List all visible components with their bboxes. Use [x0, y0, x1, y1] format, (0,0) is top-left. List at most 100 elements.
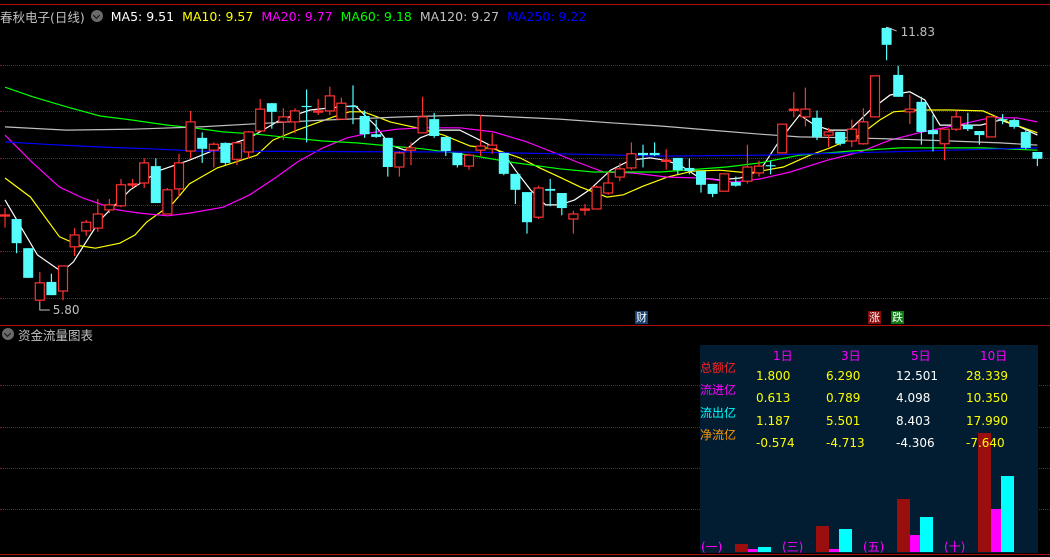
candle-body-down [11, 219, 22, 244]
candle-body-down [545, 188, 556, 191]
candle-body-up [57, 265, 69, 292]
outflow-bar [920, 516, 933, 552]
finance-marker[interactable]: 财 [635, 311, 648, 324]
candle-body-up [115, 184, 127, 207]
indicator-title-bar: 资金流量图表 [0, 326, 94, 343]
low-price-pointer [39, 302, 50, 311]
table-cell: 28.339 [966, 369, 1008, 383]
candle-body-down [1020, 131, 1031, 148]
candle-body-up [278, 116, 289, 123]
candle-body-up [579, 208, 591, 211]
indicator-title: 资金流量图表 [18, 327, 94, 343]
candle-body-up [985, 116, 997, 138]
candle-body-down [916, 101, 927, 132]
candle-body-up [127, 183, 138, 186]
candle-body-down [440, 136, 451, 152]
candle-body-down [359, 115, 370, 135]
table-cell: 1.187 [756, 414, 791, 428]
candle-body-up [104, 204, 115, 211]
candle-body-down [371, 134, 382, 137]
candle-body-down [974, 131, 985, 136]
candle-body-up [939, 128, 950, 145]
dropdown-chevron-icon[interactable] [90, 10, 103, 22]
candle-body-up [255, 108, 266, 132]
candle-body-up [846, 128, 857, 142]
total-bar [735, 544, 748, 552]
candle-body-down [452, 152, 463, 166]
candle-body-up [568, 213, 579, 220]
candle-body-up [463, 154, 475, 167]
candle-body-up [231, 142, 243, 160]
table-cell: -7.640 [966, 436, 1005, 450]
column-header-5d: 5日 [911, 349, 931, 363]
candle-body-down [765, 165, 776, 167]
period-label: (三) [782, 540, 804, 554]
outflow-bar [839, 528, 852, 552]
column-header-1d: 1日 [773, 349, 793, 363]
candle-body-down [893, 74, 904, 97]
ma5-label: MA5: 9.51 [110, 8, 175, 24]
row-label: 净流亿 [700, 428, 737, 442]
period-label: (五) [863, 540, 885, 554]
low-price-label: 5.80 [53, 303, 80, 317]
stock-name: 春秋电子(日线) [0, 9, 85, 25]
inflow-bar [829, 548, 839, 552]
candle-body-up [858, 121, 869, 145]
bottom-border [0, 554, 1050, 555]
table-cell: 8.403 [896, 414, 931, 428]
candle-body-up [614, 168, 625, 178]
panel-separator [0, 325, 1050, 326]
candle-body-down [429, 119, 440, 137]
ma120-label: MA120: 9.27 [419, 8, 500, 24]
high-price-label: 11.83 [901, 25, 935, 39]
candle-body-up [869, 75, 881, 118]
candle-body-down [730, 182, 741, 186]
candle-body-up [173, 162, 185, 190]
candle-body-down [46, 281, 57, 296]
candle-body-down [150, 166, 161, 204]
candle-body-down [498, 152, 509, 174]
table-cell: 4.098 [896, 391, 931, 405]
candle-body-up [69, 234, 80, 248]
candle-body-up [742, 166, 753, 182]
candle-body-up [753, 165, 765, 174]
period-label: (十) [944, 540, 966, 554]
candle-body-down [707, 183, 718, 194]
table-cell: 1.800 [756, 369, 791, 383]
candle-body-down [23, 248, 34, 278]
candle-body-up [951, 116, 962, 130]
dropdown-chevron-icon[interactable] [2, 328, 14, 340]
outflow-bar [1001, 476, 1014, 552]
outflow-bar [758, 547, 771, 552]
candle-body-up [904, 108, 915, 113]
candlestick-chart[interactable]: 5.80 11.83 [0, 0, 1050, 325]
candle-body-up [313, 110, 324, 113]
candle-body-up [603, 182, 614, 194]
candle-body-down [638, 152, 648, 156]
candle-body-up [243, 131, 254, 153]
limit-down-marker[interactable]: 跌 [891, 311, 904, 324]
candle-body-down [684, 167, 695, 172]
column-header-10d: 10日 [980, 349, 1008, 363]
candle-body-up [289, 110, 301, 123]
candle-body-up [92, 213, 103, 229]
candle-body-down [1032, 151, 1043, 159]
candle-body-up [185, 121, 196, 152]
chart-legend: 春秋电子(日线) MA5: 9.51 MA10: 9.57 MA20: 9.77… [0, 7, 594, 25]
candle-body-down [220, 142, 231, 163]
table-cell: -4.306 [896, 436, 935, 450]
candle-body-up [208, 143, 219, 151]
limit-up-marker[interactable]: 涨 [868, 311, 881, 324]
ma60-label: MA60: 9.18 [340, 8, 412, 24]
candle-body-up [394, 152, 405, 168]
candle-body-down [928, 130, 938, 135]
candle-body-up [661, 159, 672, 162]
table-cell: 6.290 [826, 369, 861, 383]
candle-body-down [997, 119, 1008, 121]
table-cell: -4.713 [826, 436, 865, 450]
candle-body-up [405, 147, 417, 151]
candle-body-up [591, 186, 602, 210]
candle-body-up [81, 221, 92, 232]
candle-body-down [835, 131, 846, 144]
candle-body-down [812, 117, 822, 137]
